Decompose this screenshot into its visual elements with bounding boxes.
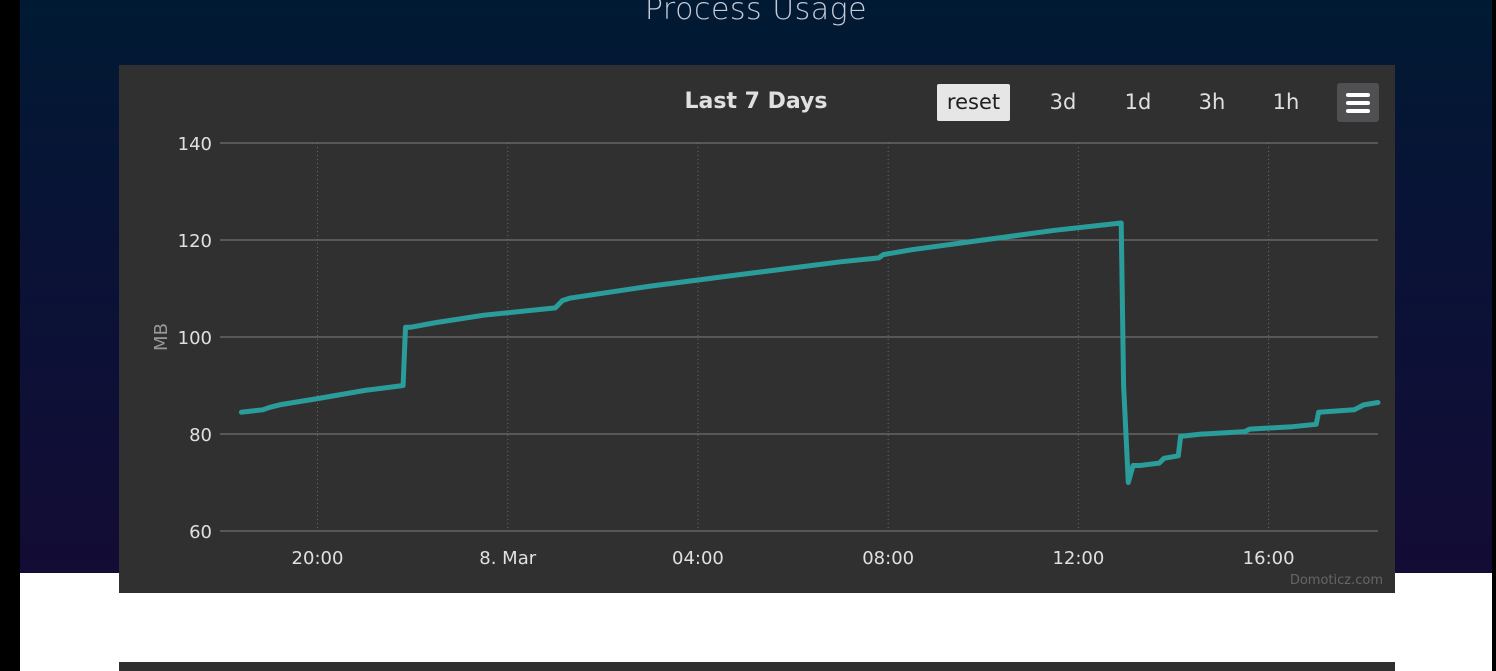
range-3d-button[interactable]: 3d — [1032, 84, 1094, 121]
range-3h-button[interactable]: 3h — [1181, 84, 1243, 121]
menu-bar-top — [1346, 93, 1370, 97]
y-axis-label: MB — [151, 323, 172, 351]
x-tick-label: 04:00 — [672, 548, 724, 569]
reset-zoom-button[interactable]: reset — [937, 84, 1010, 121]
section-title: Process Usage — [644, 0, 868, 27]
next-chart-panel — [119, 662, 1395, 671]
left-border — [0, 0, 20, 671]
x-tick-label: 08:00 — [862, 548, 914, 569]
y-tick-label: 120 — [178, 231, 212, 252]
credits-link[interactable]: Domoticz.com — [1290, 573, 1383, 588]
x-tick-label: 12:00 — [1052, 548, 1104, 569]
app-root: Process Usage 60 80 100 120 140 20:00 8. Mar 04… — [0, 0, 1496, 671]
x-tick-label: 20:00 — [292, 548, 344, 569]
range-1d-button[interactable]: 1d — [1107, 84, 1169, 121]
menu-bar-bottom — [1346, 109, 1370, 113]
memory-usage-line — [238, 220, 1381, 485]
x-tick-label: 8. Mar — [479, 548, 536, 569]
right-border — [1492, 0, 1496, 671]
range-1h-button[interactable]: 1h — [1255, 84, 1317, 121]
y-tick-label: 140 — [178, 134, 212, 155]
hamburger-menu-icon[interactable] — [1337, 83, 1379, 122]
menu-bar-middle — [1346, 101, 1370, 105]
y-tick-label: 60 — [189, 522, 212, 543]
process-usage-chart: 60 80 100 120 140 20:00 8. Mar 04:00 08:00 12:00 1… — [151, 134, 1381, 569]
chart-panel: 60 80 100 120 140 20:00 8. Mar 04:00 08:00 12:00 1… — [119, 65, 1395, 593]
chart-title: Last 7 Days — [684, 89, 828, 114]
x-tick-label: 16:00 — [1243, 548, 1295, 569]
y-tick-label: 80 — [189, 425, 212, 446]
y-tick-label: 100 — [178, 328, 212, 349]
